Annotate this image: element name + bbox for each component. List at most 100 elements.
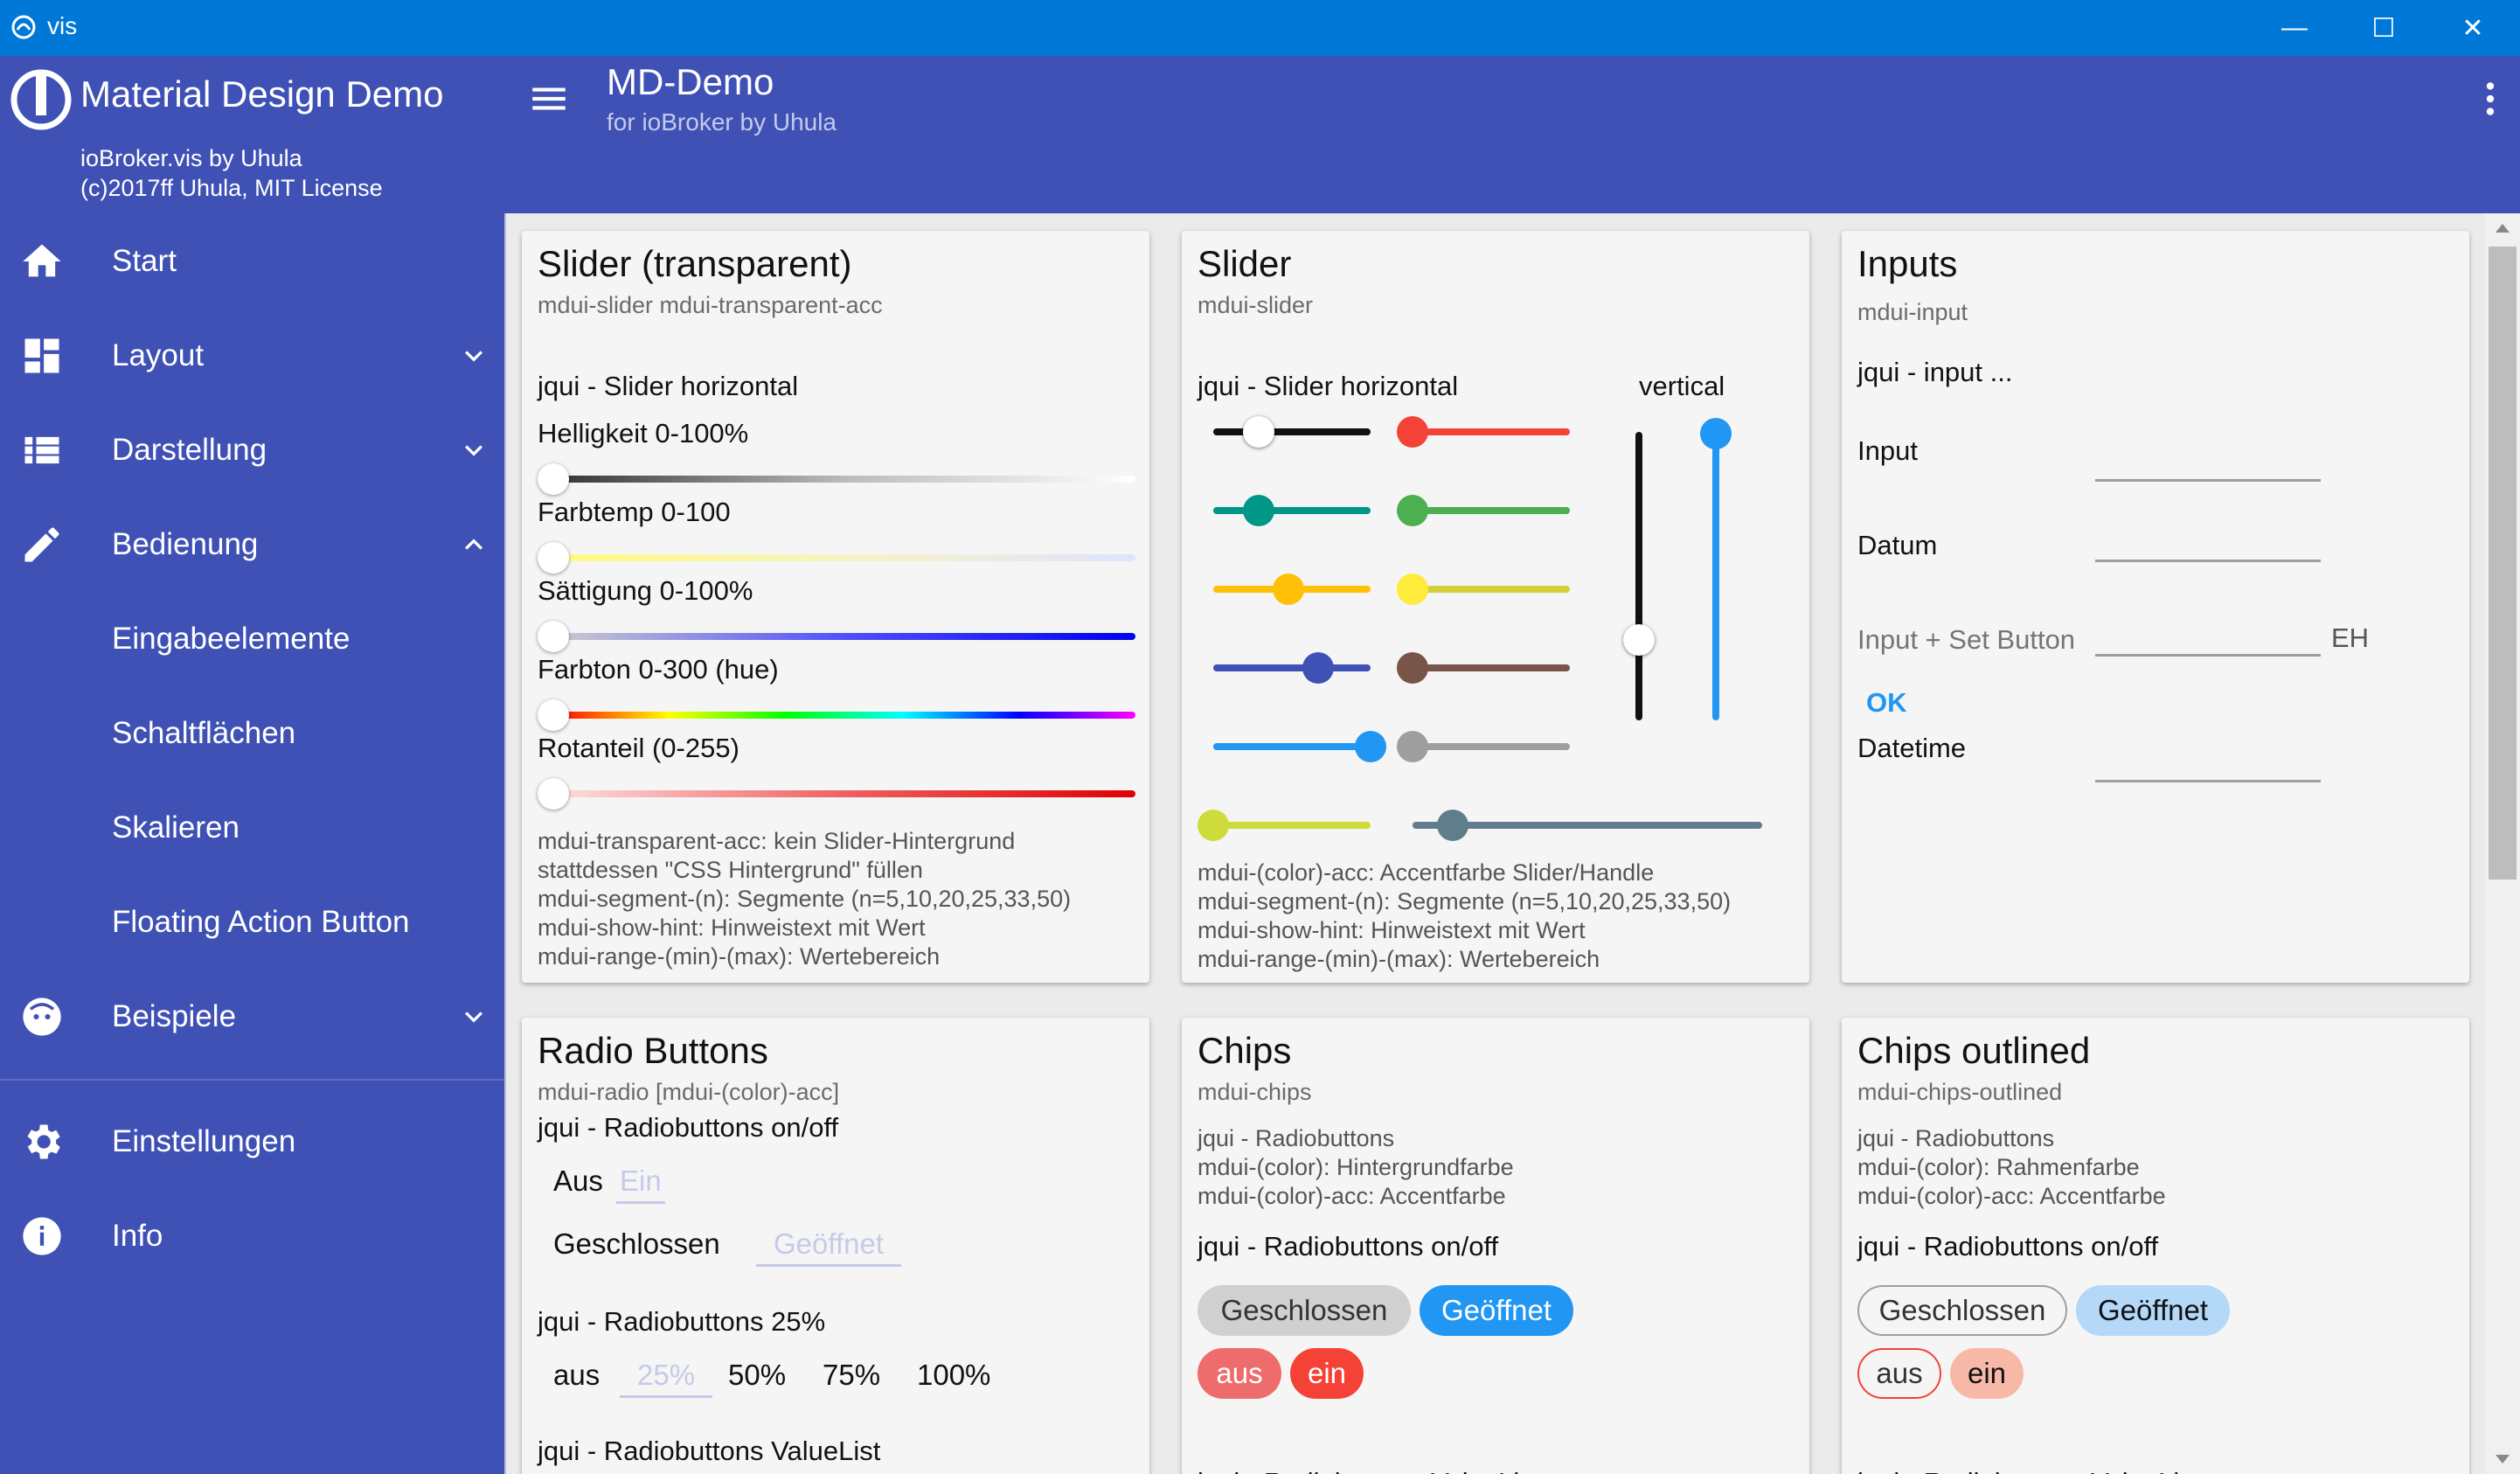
chip-outlined-ein[interactable]: ein <box>1950 1348 2024 1399</box>
slider-farbton-track[interactable] <box>553 712 1135 719</box>
more-vert-icon[interactable] <box>2468 77 2512 121</box>
sidebar-item-skalieren[interactable]: Skalieren <box>0 784 504 872</box>
datum-field[interactable] <box>2095 560 2321 562</box>
app-icon <box>11 15 36 39</box>
brand-title: Material Design Demo <box>80 73 444 115</box>
card-description: jqui - Radiobuttons mdui-(color): Hinter… <box>1198 1124 1514 1211</box>
slider-lime-thumb[interactable] <box>1198 810 1229 841</box>
card-title: Radio Buttons <box>538 1030 768 1071</box>
slider-brown-track[interactable] <box>1413 664 1570 671</box>
close-button[interactable]: ✕ <box>2425 0 2520 56</box>
slider-yellow-track[interactable] <box>1413 586 1570 593</box>
slider-indigo-track[interactable] <box>1213 664 1371 671</box>
desc-line: mdui-(color)-acc: Accentfarbe Slider/Han… <box>1198 859 1655 886</box>
radio-pct-aus[interactable]: aus <box>553 1359 600 1392</box>
sidebar-item-layout[interactable]: Layout <box>0 312 504 400</box>
slider-indigo-thumb[interactable] <box>1302 652 1334 684</box>
slider-farbtemp-track[interactable] <box>553 554 1135 561</box>
slider-black-track[interactable] <box>1213 428 1371 435</box>
slider-rotanteil-track[interactable] <box>553 790 1135 797</box>
chip-outlined-geschlossen[interactable]: Geschlossen <box>1857 1285 2067 1336</box>
slider-grey-thumb[interactable] <box>1397 731 1428 762</box>
slider-blue-track[interactable] <box>1213 743 1371 750</box>
card-title: Chips outlined <box>1857 1030 2091 1071</box>
radio-aus[interactable]: Aus <box>553 1165 603 1198</box>
chip-geoeffnet[interactable]: Geöffnet <box>1420 1285 1573 1336</box>
slider-teal-thumb[interactable] <box>1243 495 1274 526</box>
radio-pct-25[interactable]: 25% <box>620 1359 713 1398</box>
sidebar-item-darstellung[interactable]: Darstellung <box>0 407 504 494</box>
radio-geoeffnet[interactable]: Geöffnet <box>756 1227 901 1267</box>
slider-vertical-blue-thumb[interactable] <box>1700 418 1732 449</box>
slider-helligkeit-thumb[interactable] <box>538 463 569 495</box>
scrollbar-thumb[interactable] <box>2489 247 2517 880</box>
slider-farbton-thumb[interactable] <box>538 699 569 731</box>
radio-geschlossen[interactable]: Geschlossen <box>553 1227 720 1261</box>
section-heading: jqui - Radiobuttons on/off <box>1198 1231 1499 1262</box>
sidebar-item-label: Beispiele <box>112 999 237 1033</box>
chip-outlined-geoeffnet[interactable]: Geöffnet <box>2076 1285 2230 1336</box>
slider-teal-track[interactable] <box>1213 507 1371 514</box>
slider-yellow-thumb[interactable] <box>1397 574 1428 605</box>
radio-pct-100[interactable]: 100% <box>917 1359 990 1392</box>
slider-bluegrey-thumb[interactable] <box>1437 810 1468 841</box>
sidebar-item-einstellungen[interactable]: Einstellungen <box>0 1098 504 1185</box>
slider-rotanteil-thumb[interactable] <box>538 778 569 810</box>
maximize-button[interactable]: ☐ <box>2336 0 2432 56</box>
section-heading: jqui - input ... <box>1857 357 2013 387</box>
sidebar-item-info[interactable]: Info <box>0 1192 504 1280</box>
slider-black-thumb[interactable] <box>1243 416 1274 448</box>
slider-green-thumb[interactable] <box>1397 495 1428 526</box>
input-set-label: Input + Set Button <box>1857 624 2076 655</box>
slider-saettigung-track[interactable] <box>553 633 1135 640</box>
slider-farbtemp-thumb[interactable] <box>538 542 569 574</box>
slider-label-farbtemp: Farbtemp 0-100 <box>538 497 731 527</box>
sidebar-item-fab[interactable]: Floating Action Button <box>0 879 504 966</box>
scroll-down-arrow-icon[interactable] <box>2496 1455 2510 1464</box>
chip-geschlossen[interactable]: Geschlossen <box>1198 1285 1411 1336</box>
card-subtitle: mdui-chips <box>1198 1079 1312 1105</box>
slider-vertical-black-track[interactable] <box>1635 432 1642 720</box>
slider-blue-thumb[interactable] <box>1355 731 1386 762</box>
slider-helligkeit-track[interactable] <box>553 476 1135 483</box>
slider-red-thumb[interactable] <box>1397 416 1428 448</box>
datetime-field[interactable] <box>2095 780 2321 782</box>
vertical-scrollbar[interactable] <box>2485 213 2520 1474</box>
slider-brown-thumb[interactable] <box>1397 652 1428 684</box>
input-set-field[interactable] <box>2095 654 2321 657</box>
chip-aus[interactable]: aus <box>1198 1348 1281 1399</box>
input-field[interactable] <box>2095 479 2321 482</box>
sidebar-item-beispiele[interactable]: Beispiele <box>0 973 504 1060</box>
sidebar-item-eingabeelemente[interactable]: Eingabeelemente <box>0 595 504 683</box>
slider-green-track[interactable] <box>1413 507 1570 514</box>
sidebar-item-label: Einstellungen <box>112 1124 296 1158</box>
section-heading: jqui - Radiobuttons on/off <box>1857 1231 2159 1262</box>
slider-vertical-black-thumb[interactable] <box>1623 624 1655 656</box>
chip-ein[interactable]: ein <box>1290 1348 1364 1399</box>
radio-pct-50[interactable]: 50% <box>728 1359 786 1392</box>
slider-lime-track[interactable] <box>1213 822 1371 829</box>
section-heading: jqui - Radiobuttons ValueList <box>1857 1467 2200 1474</box>
slider-grey-track[interactable] <box>1413 743 1570 750</box>
slider-saettigung-thumb[interactable] <box>538 621 569 652</box>
radio-ein[interactable]: Ein <box>616 1165 665 1204</box>
menu-icon[interactable] <box>527 77 571 121</box>
sidebar-item-label: Bedienung <box>112 527 259 561</box>
slider-label-saettigung: Sättigung 0-100% <box>538 575 753 606</box>
chip-outlined-aus[interactable]: aus <box>1857 1348 1941 1399</box>
slider-vertical-blue-track[interactable] <box>1712 432 1719 720</box>
info-icon <box>23 1217 61 1255</box>
card-chips: Chips mdui-chips jqui - Radiobuttons mdu… <box>1182 1018 1809 1474</box>
sidebar-item-schaltflaechen[interactable]: Schaltflächen <box>0 690 504 777</box>
scroll-up-arrow-icon[interactable] <box>2496 224 2510 233</box>
slider-red-track[interactable] <box>1413 428 1570 435</box>
section-heading: jqui - Radiobuttons 25% <box>538 1306 826 1337</box>
sidebar-item-start[interactable]: Start <box>0 218 504 305</box>
minimize-button[interactable]: — <box>2246 0 2343 56</box>
brand-sub1: ioBroker.vis by Uhula <box>80 145 302 171</box>
card-description: mdui-transparent-acc: kein Slider-Hinter… <box>538 827 1071 971</box>
ok-button[interactable]: OK <box>1866 687 1907 719</box>
radio-pct-75[interactable]: 75% <box>823 1359 880 1392</box>
slider-amber-thumb[interactable] <box>1273 574 1304 605</box>
sidebar-item-bedienung[interactable]: Bedienung <box>0 501 504 588</box>
